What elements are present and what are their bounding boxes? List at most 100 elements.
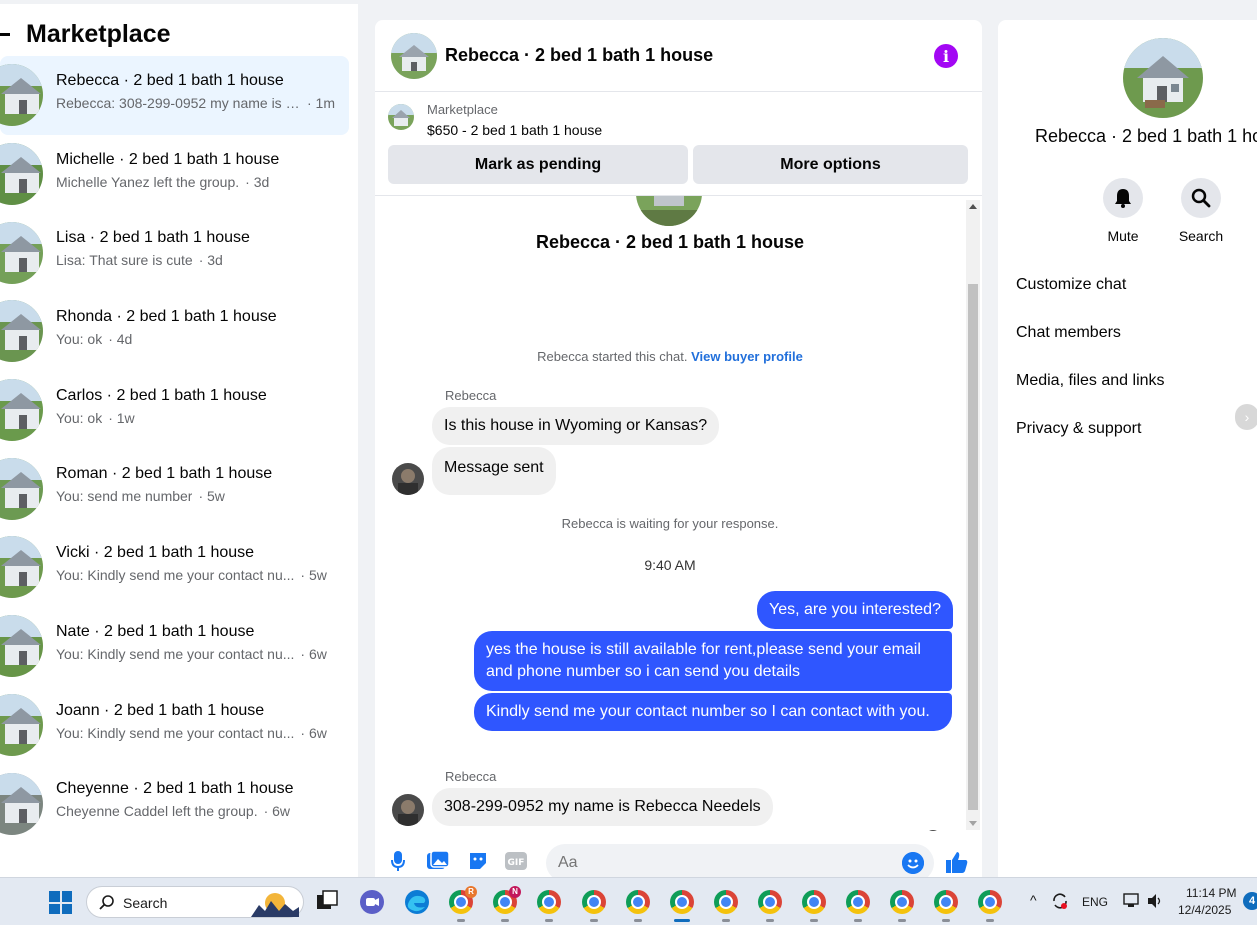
chrome-icon[interactable] xyxy=(714,890,738,914)
conversation-time: · 5w xyxy=(300,567,327,584)
customize-chat-item[interactable]: Customize chat xyxy=(1016,276,1126,294)
chat-title: Rebecca · 2 bed 1 bath 1 house xyxy=(445,45,714,65)
search-icon[interactable] xyxy=(1181,178,1221,218)
scroll-thumb[interactable] xyxy=(968,284,978,810)
media-files-links-item[interactable]: Media, files and links xyxy=(1016,372,1165,390)
conversation-name: Lisa · 2 bed 1 bath 1 house xyxy=(56,229,250,247)
conversation-text: Vicki · 2 bed 1 bath 1 house You: Kindly … xyxy=(56,544,346,583)
clock-date[interactable]: 12/4/2025 xyxy=(1178,903,1231,917)
conversation-text: Lisa · 2 bed 1 bath 1 house Lisa: That su… xyxy=(56,229,346,268)
more-options-button[interactable]: More options xyxy=(693,145,968,184)
conversation-preview: You: Kindly send me your contact nu... · … xyxy=(56,725,346,741)
gif-icon[interactable]: GIF xyxy=(505,850,527,872)
chrome-icon[interactable] xyxy=(846,890,870,914)
incoming-message[interactable]: Message sent xyxy=(432,447,556,495)
windows-start-icon[interactable] xyxy=(49,891,72,914)
view-buyer-profile-link[interactable]: View buyer profile xyxy=(691,349,803,364)
outgoing-message[interactable]: Kindly send me your contact number so I … xyxy=(474,693,952,731)
chrome-icon[interactable]: R xyxy=(449,886,477,914)
sidebar-header: Marketplace xyxy=(0,4,358,64)
outgoing-message[interactable]: yes the house is still available for ren… xyxy=(474,631,952,691)
sidebar-title: Marketplace xyxy=(26,19,171,48)
like-thumb-icon[interactable] xyxy=(945,850,969,877)
conversation-item[interactable]: Nate · 2 bed 1 bath 1 house You: Kindly s… xyxy=(0,607,358,686)
chrome-icon[interactable] xyxy=(582,890,606,914)
profile-avatar xyxy=(636,196,702,226)
conversation-preview: Rebecca: 308-299-0952 my name is R... · 1… xyxy=(56,95,346,111)
chrome-icon[interactable] xyxy=(978,890,1002,914)
conversation-item[interactable]: Lisa · 2 bed 1 bath 1 house Lisa: That su… xyxy=(0,213,358,292)
clock-time[interactable]: 11:14 PM xyxy=(1186,886,1236,900)
speaker-icon[interactable] xyxy=(1146,892,1164,910)
outgoing-message[interactable]: Yes, are you interested? xyxy=(757,591,953,629)
bell-icon[interactable] xyxy=(1103,178,1143,218)
chrome-icon[interactable] xyxy=(934,890,958,914)
conversation-time: · 1m xyxy=(307,95,335,111)
chrome-icon[interactable]: N xyxy=(493,886,521,914)
conversation-item[interactable]: Vicki · 2 bed 1 bath 1 house You: Kindly … xyxy=(0,528,358,607)
network-icon[interactable] xyxy=(1123,892,1141,910)
mute-label: Mute xyxy=(1107,228,1139,244)
conversation-text: Cheyenne · 2 bed 1 bath 1 house Cheyenne … xyxy=(56,780,346,819)
notification-badge[interactable]: 4 xyxy=(1243,892,1257,910)
conversation-preview-text: You: Kindly send me your contact nu... xyxy=(56,645,295,662)
back-arrow-icon[interactable] xyxy=(0,32,10,36)
conversation-preview: You: Kindly send me your contact nu... · … xyxy=(56,567,346,583)
emoji-icon[interactable] xyxy=(902,852,924,874)
conversation-text: Rhonda · 2 bed 1 bath 1 house You: ok · 4d xyxy=(56,308,346,347)
task-view-icon[interactable] xyxy=(315,889,341,915)
chat-app-icon[interactable] xyxy=(359,889,385,915)
chrome-icon[interactable] xyxy=(890,890,914,914)
chrome-icon[interactable] xyxy=(758,890,782,914)
message-scrollbar[interactable] xyxy=(966,200,980,830)
privacy-support-item[interactable]: Privacy & support xyxy=(1016,420,1141,438)
conversation-item[interactable]: Joann · 2 bed 1 bath 1 house You: Kindly … xyxy=(0,686,358,765)
chrome-icon[interactable] xyxy=(802,890,826,914)
listing-label: Marketplace xyxy=(427,102,498,117)
message-input[interactable] xyxy=(546,844,934,877)
contact-avatar[interactable] xyxy=(1123,38,1203,118)
conversation-item[interactable]: Roman · 2 bed 1 bath 1 house You: send me… xyxy=(0,449,358,528)
search-action[interactable]: Search xyxy=(1171,178,1231,244)
running-indicator xyxy=(986,919,994,922)
chat-members-item[interactable]: Chat members xyxy=(1016,324,1121,342)
mute-action[interactable]: Mute xyxy=(1093,178,1153,244)
info-icon[interactable]: i xyxy=(934,44,958,68)
language-indicator[interactable]: ENG xyxy=(1082,895,1108,909)
scroll-up-arrow-icon[interactable] xyxy=(969,204,977,209)
conversation-item[interactable]: Rhonda · 2 bed 1 bath 1 house You: ok · 4d xyxy=(0,292,358,371)
conversation-item[interactable]: Carlos · 2 bed 1 bath 1 house You: ok · 1w xyxy=(0,371,358,450)
scroll-down-arrow-icon[interactable] xyxy=(969,821,977,826)
profile-badge: N xyxy=(509,886,521,898)
conversation-preview: Michelle Yanez left the group. · 3d xyxy=(56,174,346,190)
conversation-preview: Lisa: That sure is cute · 3d xyxy=(56,252,346,268)
chrome-icon[interactable] xyxy=(537,890,561,914)
conversation-text: Nate · 2 bed 1 bath 1 house You: Kindly s… xyxy=(56,623,346,662)
conversation-name: Michelle · 2 bed 1 bath 1 house xyxy=(56,150,280,168)
listing-price-title[interactable]: $650 - 2 bed 1 bath 1 house xyxy=(427,122,602,138)
edge-browser-icon[interactable] xyxy=(404,889,430,915)
chrome-icon[interactable] xyxy=(670,890,694,914)
mark-as-pending-button[interactable]: Mark as pending xyxy=(388,145,688,184)
incoming-message[interactable]: 308-299-0952 my name is Rebecca Needels xyxy=(432,788,773,826)
photo-icon[interactable] xyxy=(427,850,449,872)
conversation-preview-text: Rebecca: 308-299-0952 my name is R... xyxy=(56,95,301,111)
conversation-item[interactable]: Michelle · 2 bed 1 bath 1 house Michelle … xyxy=(0,135,358,214)
chrome-icon[interactable] xyxy=(626,890,650,914)
chevron-right-icon[interactable]: › xyxy=(1235,404,1257,430)
conversation-item[interactable]: Rebecca · 2 bed 1 bath 1 house Rebecca: 3… xyxy=(0,56,349,135)
sync-icon[interactable] xyxy=(1050,891,1070,911)
running-indicator xyxy=(854,919,862,922)
microphone-icon[interactable] xyxy=(387,850,409,872)
taskbar-search[interactable]: Search xyxy=(86,886,304,918)
chat-avatar[interactable] xyxy=(391,32,437,79)
incoming-message[interactable]: Is this house in Wyoming or Kansas? xyxy=(432,407,720,445)
listing-thumbnail[interactable] xyxy=(388,104,414,130)
conversation-avatar xyxy=(0,457,43,520)
sticker-icon[interactable] xyxy=(467,850,489,872)
tray-overflow-chevron-icon[interactable]: ^ xyxy=(1030,892,1037,908)
sender-avatar[interactable] xyxy=(392,463,424,495)
conversation-item[interactable]: Cheyenne · 2 bed 1 bath 1 house Cheyenne … xyxy=(0,764,358,843)
running-indicator xyxy=(722,919,730,922)
sender-avatar[interactable] xyxy=(392,794,424,826)
